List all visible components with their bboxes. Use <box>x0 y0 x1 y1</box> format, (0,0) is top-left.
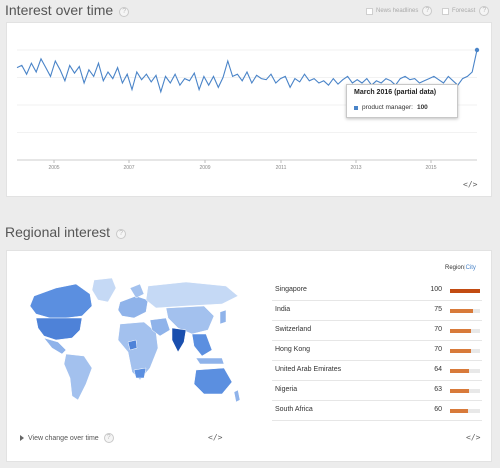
region-bar-track <box>450 329 480 333</box>
region-value: 63 <box>434 386 442 393</box>
map-region-canada[interactable] <box>29 283 93 319</box>
region-name: Singapore <box>275 286 307 293</box>
x-tick-label: 2013 <box>350 165 361 171</box>
region-bar <box>450 409 468 413</box>
region-value: 75 <box>434 306 442 313</box>
region-value: 70 <box>434 326 442 333</box>
region-name: Switzerland <box>275 326 312 333</box>
region-toggle[interactable]: Region <box>445 265 464 271</box>
region-row[interactable]: Nigeria 63 <box>272 382 482 401</box>
map-region-southeast-asia[interactable] <box>191 333 213 357</box>
region-row[interactable]: India 75 <box>272 302 482 321</box>
map-region-south-africa[interactable] <box>133 367 147 379</box>
region-name: Hong Kong <box>275 346 311 353</box>
help-icon[interactable]: ? <box>103 433 114 443</box>
map-embed-code-icon[interactable]: </> <box>208 433 222 442</box>
region-bar-track <box>450 369 480 373</box>
region-bar <box>450 289 480 293</box>
map-region-india[interactable] <box>171 327 187 353</box>
region-bar <box>450 369 470 373</box>
region-row[interactable]: Singapore 100 <box>272 282 482 301</box>
region-bar-track <box>450 289 480 293</box>
region-name: South Africa <box>275 406 313 413</box>
map-region-australia[interactable] <box>193 367 233 395</box>
x-tick-label: 2011 <box>276 165 287 171</box>
play-icon[interactable] <box>20 435 24 441</box>
region-bar-track <box>450 389 480 393</box>
x-tick-label: 2009 <box>199 165 210 171</box>
map-region-south-america[interactable] <box>63 353 93 401</box>
map-region-greenland[interactable] <box>91 277 117 303</box>
map-region-scandinavia[interactable] <box>129 283 145 299</box>
region-name: United Arab Emirates <box>275 366 342 373</box>
help-icon[interactable]: ? <box>116 229 127 239</box>
embed-code-icon[interactable]: </> <box>463 180 477 189</box>
region-bar <box>450 329 471 333</box>
x-tick-label: 2015 <box>425 165 436 171</box>
region-name: Nigeria <box>275 386 298 393</box>
map-region-usa[interactable] <box>35 317 83 341</box>
view-change-label[interactable]: View change over time <box>28 435 99 442</box>
region-value: 70 <box>434 346 442 353</box>
region-row[interactable]: Switzerland 70 <box>272 322 482 341</box>
tooltip-row: product manager: 100 <box>354 104 450 111</box>
view-change-over-time[interactable]: View change over time ? <box>20 433 114 443</box>
series-swatch <box>354 105 358 110</box>
regional-title: Regional interest? <box>5 224 127 240</box>
tooltip-title: March 2016 (partial data) <box>354 89 437 96</box>
region-bar <box>450 309 473 313</box>
x-tick-label: 2007 <box>123 165 134 171</box>
world-map[interactable] <box>16 272 246 412</box>
regional-title-text: Regional interest <box>5 224 111 240</box>
region-row[interactable]: Hong Kong 70 <box>272 342 482 361</box>
region-row[interactable]: South Africa 60 <box>272 402 482 421</box>
map-region-new-zealand[interactable] <box>233 389 241 403</box>
city-toggle[interactable]: City <box>466 265 476 271</box>
region-row[interactable]: United Arab Emirates 64 <box>272 362 482 381</box>
region-bar-track <box>450 349 480 353</box>
list-embed-code-icon[interactable]: </> <box>466 433 480 442</box>
region-name: India <box>275 306 291 313</box>
region-value: 64 <box>434 366 442 373</box>
map-region-russia[interactable] <box>145 281 239 309</box>
tooltip-series-label: product manager: <box>362 104 413 111</box>
region-value: 60 <box>434 406 442 413</box>
region-bar-track <box>450 409 480 413</box>
map-region-europe[interactable] <box>117 295 149 319</box>
region-value: 100 <box>430 286 442 293</box>
x-tick-label: 2005 <box>48 165 59 171</box>
tooltip-series-value: 100 <box>416 104 428 111</box>
region-city-switch: Region|City <box>445 265 476 271</box>
region-bar <box>450 389 469 393</box>
map-region-japan[interactable] <box>219 309 227 325</box>
chart-tooltip: March 2016 (partial data) product manage… <box>346 84 458 118</box>
map-region-central-america[interactable] <box>43 337 67 355</box>
map-region-indonesia[interactable] <box>195 357 225 365</box>
region-bar-track <box>450 309 480 313</box>
region-bar <box>450 349 471 353</box>
highlight-point[interactable] <box>474 47 480 53</box>
